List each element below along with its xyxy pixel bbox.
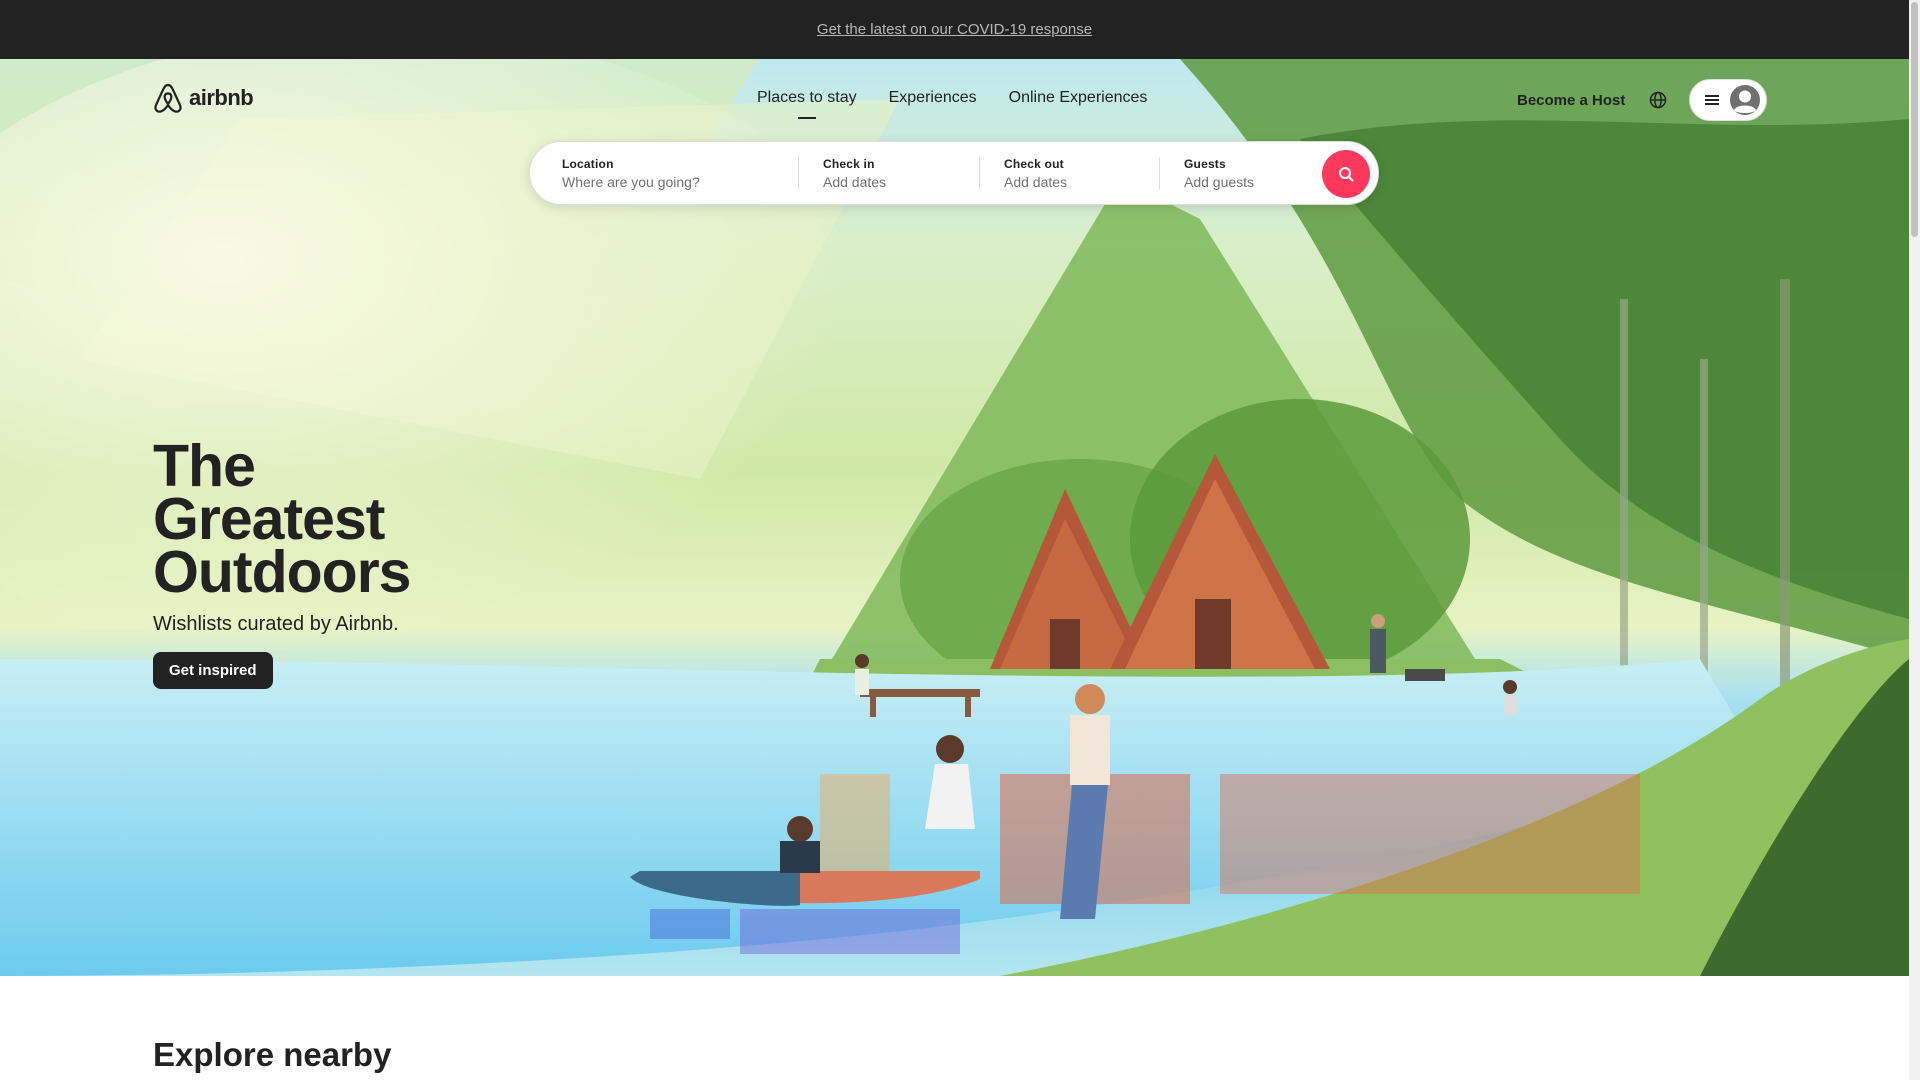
covid-banner: Get the latest on our COVID-19 response [0,0,1909,59]
explore-nearby-heading: Explore nearby [153,1036,392,1073]
scrollbar-thumb[interactable] [1911,2,1918,237]
page-scrollbar[interactable] [1909,0,1920,1080]
check-out-label: Check out [1004,156,1064,171]
tab-places-to-stay[interactable]: Places to stay [757,89,857,107]
hero-subtitle: Wishlists curated by Airbnb. [153,613,399,635]
user-avatar-icon [1730,85,1761,115]
guests-label: Guests [1184,156,1226,171]
main-nav: Places to stay Experiences Online Experi… [757,89,1147,107]
check-in-value: Add dates [823,173,887,190]
hero-title: The Greatest Outdoors [153,437,411,605]
guests-value: Add guests [1184,173,1255,190]
hero-text-block: The Greatest Outdoors Wishlists curated … [153,437,411,689]
check-in-label: Check in [823,156,875,171]
airbnb-logo[interactable]: airbnb [153,82,254,114]
location-label: Location [562,156,614,171]
check-in-field[interactable]: Check in Add dates [799,142,979,204]
search-icon [1339,167,1354,182]
location-input[interactable] [562,173,762,190]
check-out-value: Add dates [1004,173,1068,190]
user-menu-button[interactable] [1689,79,1768,121]
get-inspired-button[interactable]: Get inspired [153,652,273,689]
site-header: airbnb Places to stay Experiences Online… [0,59,1909,139]
guests-field[interactable]: Guests Add guests [1160,142,1330,204]
search-bar: Location Check in Add dates Check out Ad… [529,141,1379,205]
check-out-field[interactable]: Check out Add dates [980,142,1159,204]
become-a-host-link[interactable]: Become a Host [1517,92,1625,109]
tab-online-experiences[interactable]: Online Experiences [1009,89,1148,107]
search-button[interactable] [1322,150,1370,198]
tab-experiences[interactable]: Experiences [889,89,977,107]
menu-icon [1705,95,1720,105]
logo-text: airbnb [189,85,254,110]
globe-icon[interactable] [1649,91,1667,109]
header-actions: Become a Host [1517,79,1768,121]
hero-title-line: Outdoors [153,539,411,605]
airbnb-logo-icon [154,83,182,113]
location-field[interactable]: Location [530,142,798,204]
covid-banner-link[interactable]: Get the latest on our COVID-19 response [817,21,1092,38]
